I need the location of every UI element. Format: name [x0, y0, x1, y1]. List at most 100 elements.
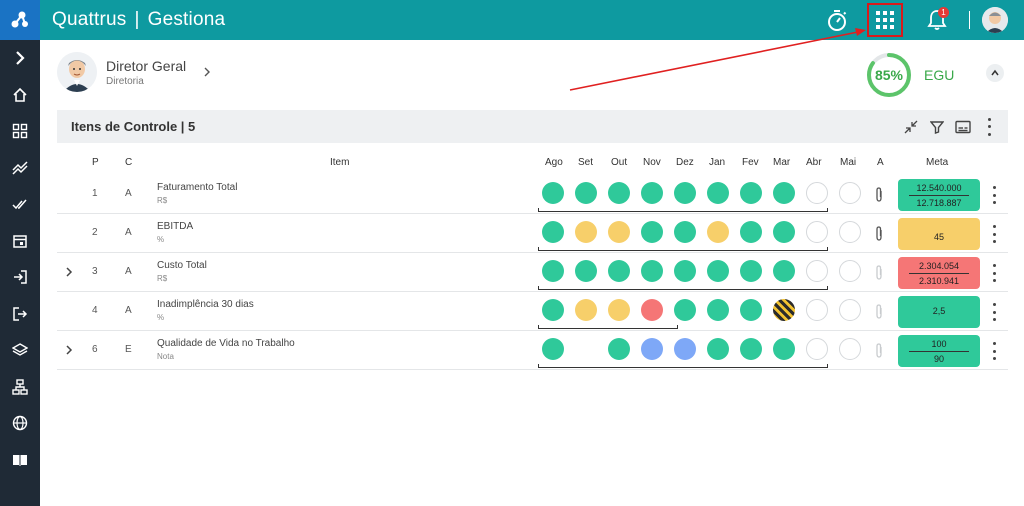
month-status-dot[interactable]	[575, 182, 597, 204]
month-status-dot[interactable]	[641, 338, 663, 360]
row-menu-button[interactable]	[989, 342, 999, 360]
row-item[interactable]: EBITDA%	[157, 221, 193, 244]
paperclip-icon[interactable]	[874, 265, 884, 281]
month-status-dot[interactable]	[773, 221, 795, 243]
month-status-dot[interactable]	[806, 338, 828, 360]
chevron-right-icon[interactable]	[65, 345, 73, 355]
month-status-dot[interactable]	[575, 299, 597, 321]
sidebar-item-manual[interactable]	[0, 442, 40, 479]
month-status-dot[interactable]	[839, 260, 861, 282]
month-status-dot[interactable]	[641, 260, 663, 282]
sidebar-item-globe[interactable]	[0, 405, 40, 442]
month-status-dot[interactable]	[773, 338, 795, 360]
sidebar-item-export[interactable]	[0, 296, 40, 333]
meta-box[interactable]: 100 90	[898, 335, 980, 367]
month-status-dot[interactable]	[740, 299, 762, 321]
collapse-button[interactable]	[986, 64, 1004, 82]
month-status-dot[interactable]	[542, 299, 564, 321]
month-status-dot[interactable]	[707, 221, 729, 243]
month-status-dot[interactable]	[641, 182, 663, 204]
notifications-button[interactable]: 1	[917, 0, 957, 40]
row-item[interactable]: Qualidade de Vida no Trabalho Nota	[157, 338, 295, 361]
month-status-dot[interactable]	[674, 338, 696, 360]
meta-box[interactable]: 12.540.000 12.718.887	[898, 179, 980, 211]
paperclip-icon[interactable]	[874, 343, 884, 359]
month-status-dot[interactable]	[575, 221, 597, 243]
meta-box[interactable]: 2,5	[898, 296, 980, 328]
month-status-dot[interactable]	[542, 260, 564, 282]
month-status-dot[interactable]	[839, 338, 861, 360]
month-status-dot[interactable]	[608, 182, 630, 204]
month-status-dot[interactable]	[773, 260, 795, 282]
month-status-dot[interactable]	[773, 299, 795, 321]
profile-role: Diretoria	[106, 75, 144, 87]
month-status-dot[interactable]	[806, 260, 828, 282]
paperclip-icon[interactable]	[874, 226, 884, 242]
paperclip-icon[interactable]	[874, 304, 884, 320]
chevron-right-icon[interactable]	[202, 67, 212, 77]
month-status-dot[interactable]	[575, 260, 597, 282]
timer-button[interactable]	[817, 0, 857, 40]
month-status-dot[interactable]	[542, 182, 564, 204]
month-status-dot[interactable]	[674, 221, 696, 243]
meta-box[interactable]: 2.304.054 2.310.941	[898, 257, 980, 289]
sidebar-expand-button[interactable]	[0, 40, 40, 77]
month-status-dot[interactable]	[608, 221, 630, 243]
month-status-dot[interactable]	[674, 299, 696, 321]
month-status-dot[interactable]	[608, 260, 630, 282]
month-status-dot[interactable]	[542, 338, 564, 360]
row-item[interactable]: Faturamento Total R$	[157, 182, 237, 205]
month-status-dot[interactable]	[641, 299, 663, 321]
month-status-dot[interactable]	[674, 182, 696, 204]
table-row[interactable]: 1 A Faturamento Total R$ 12.540.000 12.718.88…	[57, 175, 1008, 214]
user-avatar[interactable]	[982, 7, 1008, 33]
month-status-dot[interactable]	[641, 221, 663, 243]
month-status-dot[interactable]	[740, 260, 762, 282]
month-status-dot[interactable]	[839, 299, 861, 321]
panel-menu-button[interactable]	[978, 116, 1000, 138]
app-logo[interactable]	[0, 0, 40, 40]
month-status-dot[interactable]	[707, 338, 729, 360]
sidebar-item-home[interactable]	[0, 77, 40, 114]
apps-grid-button[interactable]	[867, 3, 903, 37]
month-status-dot[interactable]	[608, 299, 630, 321]
table-row[interactable]: 3 A Custo Total R$ 2.304.054 2.310.941	[57, 253, 1008, 292]
month-status-dot[interactable]	[806, 299, 828, 321]
month-status-dot[interactable]	[806, 182, 828, 204]
collapse-view-button[interactable]	[900, 116, 922, 138]
profile-header[interactable]: Diretor Geral Diretoria	[57, 52, 212, 92]
row-item[interactable]: Custo Total R$	[157, 260, 207, 283]
month-status-dot[interactable]	[740, 221, 762, 243]
sidebar-item-dashboard[interactable]	[0, 113, 40, 150]
sidebar-item-calendar[interactable]	[0, 223, 40, 260]
month-status-dot[interactable]	[707, 182, 729, 204]
table-row[interactable]: 4 A Inadimplência 30 dias% 2,5	[57, 292, 1008, 331]
sidebar-item-checks[interactable]	[0, 186, 40, 223]
month-status-dot[interactable]	[740, 182, 762, 204]
table-row[interactable]: 6 E Qualidade de Vida no Trabalho Nota 100 90	[57, 331, 1008, 370]
filter-button[interactable]	[926, 116, 948, 138]
row-item[interactable]: Inadimplência 30 dias%	[157, 299, 254, 322]
month-status-dot[interactable]	[773, 182, 795, 204]
month-status-dot[interactable]	[674, 260, 696, 282]
sidebar-item-import[interactable]	[0, 259, 40, 296]
month-status-dot[interactable]	[740, 338, 762, 360]
row-menu-button[interactable]	[989, 264, 999, 282]
month-status-dot[interactable]	[608, 338, 630, 360]
month-status-dot[interactable]	[839, 182, 861, 204]
sidebar-item-hierarchy[interactable]	[0, 369, 40, 406]
sidebar-item-layers[interactable]	[0, 332, 40, 369]
row-menu-button[interactable]	[989, 186, 999, 204]
table-row[interactable]: 2 A EBITDA% 45	[57, 214, 1008, 253]
month-status-dot[interactable]	[839, 221, 861, 243]
row-menu-button[interactable]	[989, 303, 999, 321]
meta-box[interactable]: 45	[898, 218, 980, 250]
month-status-dot[interactable]	[806, 221, 828, 243]
paperclip-icon[interactable]	[874, 187, 884, 203]
month-status-dot[interactable]	[542, 221, 564, 243]
chevron-right-icon[interactable]	[65, 267, 73, 277]
subtitles-button[interactable]	[952, 116, 974, 138]
month-status-dot[interactable]	[707, 299, 729, 321]
month-status-dot[interactable]	[707, 260, 729, 282]
row-menu-button[interactable]	[989, 225, 999, 243]
